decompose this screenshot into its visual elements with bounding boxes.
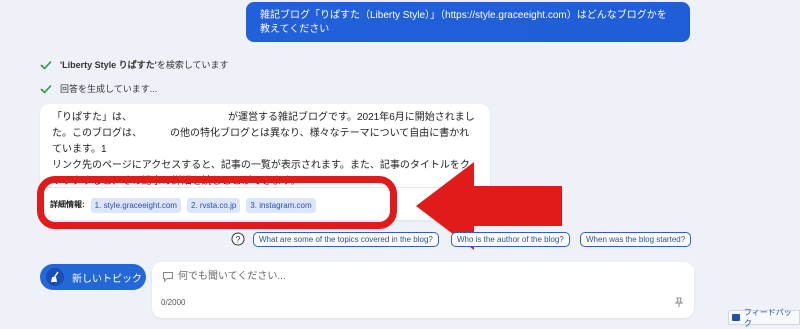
new-topic-button[interactable]: 新しいトピック [40,264,146,290]
status-generating: 回答を生成しています... [40,82,157,95]
new-topic-label: 新しいトピック [72,273,142,285]
feedback-label: フィードバック [743,307,792,328]
suggestion-author[interactable]: Who is the author of the blog? [451,232,570,247]
svg-text:?: ? [235,235,240,245]
status-searching: 'Liberty Style りぱすた' を検索しています [40,58,229,71]
chat-input[interactable] [178,268,658,284]
answer-paragraph-1: 「りぱすた」は、 が運営する雑記ブログです。2021年6月に開始されました。このブ… [52,110,478,158]
user-message-text: 雑記ブログ「りぱすた（Liberty Style）」（https://style… [260,10,667,35]
generating-status-text: 回答を生成しています... [60,84,158,94]
search-status-text: を検索しています [156,60,229,70]
user-message-bubble: 雑記ブログ「りぱすた（Liberty Style）」（https://style… [246,2,690,42]
help-icon[interactable]: ? [231,232,245,246]
suggestion-started[interactable]: When was the blog started? [580,232,692,247]
feedback-button[interactable]: フィードバック [728,308,800,328]
check-icon [40,60,52,70]
char-counter: 0/2000 [161,298,186,307]
chat-composer: 0/2000 [152,262,694,318]
highlight-frame [37,176,397,229]
check-icon [40,84,52,94]
pin-icon[interactable] [674,297,684,308]
suggestion-topics[interactable]: What are some of the topics covered in t… [253,232,439,247]
answer-text: 「りぱすた」は、 [52,112,132,123]
chat-icon [163,272,173,282]
search-query: 'Liberty Style りぱすた' [60,60,157,70]
feedback-icon [732,314,740,321]
broom-icon [46,268,64,286]
